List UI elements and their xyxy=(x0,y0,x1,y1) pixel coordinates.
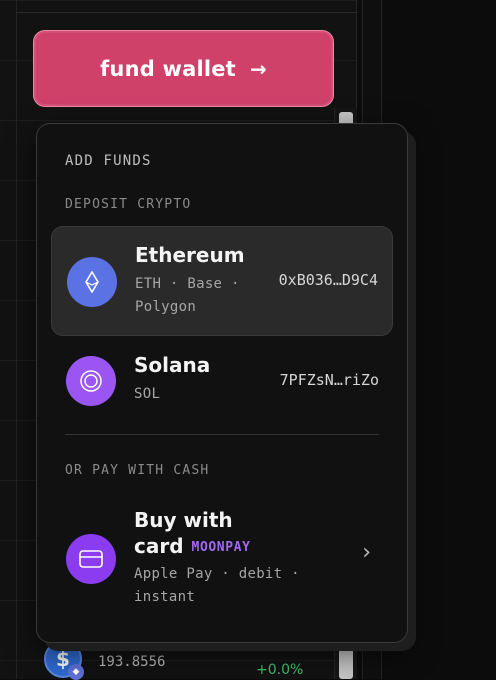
add-funds-popover: ADD FUNDS DEPOSIT CRYPTO Ethereum ETH · … xyxy=(36,123,408,643)
deposit-crypto-label: DEPOSIT CRYPTO xyxy=(65,197,192,212)
buy-with-card-option[interactable]: Buy with card MOONPAY Apple Pay · debit ·… xyxy=(51,500,393,612)
panel-border xyxy=(16,0,17,679)
option-networks: ETH · Base · Polygon xyxy=(135,276,240,315)
fund-wallet-button[interactable]: fund wallet → xyxy=(33,30,334,107)
option-networks: SOL xyxy=(134,386,161,402)
deposit-option-ethereum[interactable]: Ethereum ETH · Base · Polygon 0xB036…D9C… xyxy=(51,226,393,336)
deposit-address[interactable]: 7PFZsN…riZo xyxy=(280,371,379,389)
credit-card-icon xyxy=(66,534,116,584)
popover-title: ADD FUNDS xyxy=(65,153,152,169)
arrow-right-icon: → xyxy=(249,56,267,81)
token-balance: 193.8556 xyxy=(98,654,166,670)
option-name: Buy with card MOONPAY xyxy=(134,508,251,558)
deposit-address[interactable]: 0xB036…D9C4 xyxy=(279,271,378,289)
option-name: Ethereum xyxy=(135,243,245,267)
pay-with-cash-label: OR PAY WITH CASH xyxy=(65,463,210,478)
option-name: Solana xyxy=(134,353,211,377)
top-bar-edge xyxy=(16,0,356,13)
moonpay-badge: MOONPAY xyxy=(191,540,251,555)
deposit-option-solana[interactable]: Solana SOL 7PFZsN…riZo xyxy=(51,346,393,418)
solana-icon xyxy=(66,356,116,406)
payment-methods: Apple Pay · debit · instant xyxy=(134,566,300,605)
fund-wallet-label: fund wallet xyxy=(100,56,236,81)
section-divider xyxy=(65,434,379,435)
ethereum-badge-icon: ◆ xyxy=(68,664,84,680)
chevron-right-icon: › xyxy=(362,540,371,565)
ethereum-icon xyxy=(67,257,117,307)
token-change: +0.0% xyxy=(256,662,304,678)
